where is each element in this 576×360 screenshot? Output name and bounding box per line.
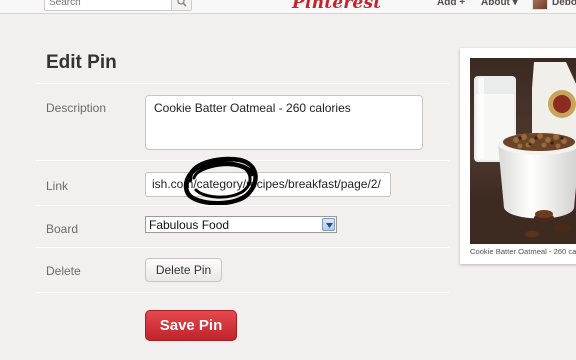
top-navigation-bar: Pinterest Add + About ▾ Debor (0, 0, 576, 14)
description-label: Description (46, 101, 107, 115)
nav-about-menu[interactable]: About ▾ (481, 0, 518, 8)
board-selected-value: Fabulous Food (149, 218, 230, 232)
delete-pin-button[interactable]: Delete Pin (145, 258, 222, 282)
search-button[interactable] (171, 0, 191, 10)
avatar[interactable] (532, 0, 548, 10)
board-select[interactable]: Fabulous Food (145, 216, 337, 233)
search-icon (177, 0, 187, 7)
divider (36, 247, 449, 248)
nav-add-menu[interactable]: Add + (437, 0, 465, 8)
save-pin-button[interactable]: Save Pin (145, 310, 237, 341)
pinterest-logo[interactable]: Pinterest (292, 0, 381, 13)
delete-label: Delete (46, 264, 81, 278)
divider (36, 83, 449, 84)
pin-caption: Cookie Batter Oatmeal - 260 calories (470, 247, 576, 256)
description-textarea[interactable]: Cookie Batter Oatmeal - 260 calories (145, 95, 423, 150)
user-name-link[interactable]: Debor (552, 0, 576, 8)
divider (36, 205, 449, 206)
select-dropdown-button[interactable] (322, 218, 335, 231)
divider (36, 292, 449, 293)
board-label: Board (46, 222, 79, 236)
search-input[interactable] (49, 0, 171, 10)
pin-image (470, 58, 576, 244)
link-label: Link (46, 179, 69, 193)
search-box (44, 0, 192, 11)
chevron-down-icon (326, 223, 333, 228)
pin-preview-card: Cookie Batter Oatmeal - 260 calories (460, 48, 576, 264)
page-title: Edit Pin (46, 52, 117, 73)
hand-drawn-circle-annotation (183, 156, 258, 206)
